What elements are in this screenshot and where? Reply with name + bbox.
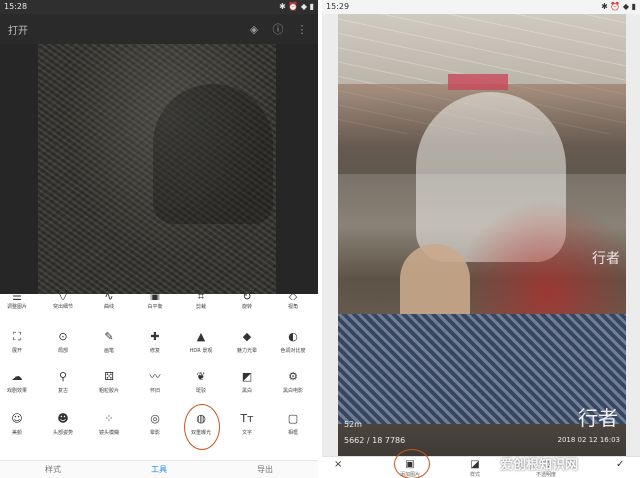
tool-black-white[interactable]: ◩ 黑白 bbox=[224, 370, 270, 402]
head-pose-icon: ☻ bbox=[57, 412, 69, 425]
tool-selective[interactable]: ⊙ 局部 bbox=[40, 330, 86, 362]
cloud-icon: ☁ bbox=[11, 370, 23, 383]
tool-tonal-contrast[interactable]: ◐ 色调对比度 bbox=[270, 330, 316, 362]
text-icon: Tт bbox=[240, 412, 254, 425]
tool-hdr-scape[interactable]: ▲ HDR 景观 bbox=[178, 330, 224, 362]
photo-preview bbox=[38, 44, 276, 294]
mountain-icon: ▲ bbox=[196, 330, 206, 343]
bottom-tab-bar: 样式 工具 导出 bbox=[0, 460, 318, 478]
photo-sign bbox=[448, 74, 508, 90]
black-white-icon: ◩ bbox=[241, 370, 253, 383]
tool-text[interactable]: Tт 文字 bbox=[224, 412, 270, 444]
status-time: 15:29 bbox=[326, 2, 350, 11]
site-watermark: 爱创根知识网 bbox=[500, 458, 579, 473]
rotate-icon: ↻ bbox=[240, 294, 254, 300]
tab-styles[interactable]: 样式 bbox=[0, 461, 106, 478]
tab-tools[interactable]: 工具 bbox=[106, 461, 212, 478]
white-balance-icon: ▣ bbox=[148, 294, 162, 300]
tonal-contrast-icon: ◐ bbox=[288, 330, 298, 343]
tool-frames[interactable]: ▢ 相框 bbox=[270, 412, 316, 444]
mustache-icon: 〰 bbox=[149, 370, 161, 383]
photo-meta-coordinates: 5662 / 18 7786 bbox=[344, 436, 406, 445]
style-icon: ◪ bbox=[470, 459, 480, 470]
tool-tune-image[interactable]: ☰调整图片 bbox=[0, 294, 40, 326]
photo-meta-date: 2018 02 12 16:03 bbox=[557, 436, 620, 444]
tune-icon: ☰ bbox=[10, 294, 24, 300]
dice-icon: ⚄ bbox=[104, 370, 114, 383]
film-reel-icon: ⚙ bbox=[288, 370, 298, 383]
right-phone-screen: 15:29 ✱ ⏰ ◆ ▮ 行者 行者 52m 5662 / 18 7786 2… bbox=[322, 0, 640, 478]
tool-drama[interactable]: ☁ 戏剧效果 bbox=[0, 370, 40, 402]
status-bar: 15:28 ✱ ⏰ ◆ ▮ bbox=[0, 0, 318, 14]
tool-perspective[interactable]: ◇视角 bbox=[270, 294, 316, 326]
tool-face-enhance[interactable]: ☺ 美颜 bbox=[0, 412, 40, 444]
double-exposure-viewer: 行者 行者 52m 5662 / 18 7786 2018 02 12 16:0… bbox=[322, 14, 640, 456]
tool-white-balance[interactable]: ▣白平衡 bbox=[132, 294, 178, 326]
photo-vertical-text: 行者 bbox=[592, 251, 620, 267]
confirm-button[interactable]: ✓ bbox=[616, 460, 624, 470]
layers-icon[interactable]: ◈ bbox=[246, 21, 262, 37]
tool-curves[interactable]: ∿曲线 bbox=[86, 294, 132, 326]
tool-crop[interactable]: ⌗剪裁 bbox=[178, 294, 224, 326]
add-image-icon: ▣ bbox=[405, 459, 415, 470]
tool-grunge[interactable]: ❦ 斑驳 bbox=[178, 370, 224, 402]
tool-brush[interactable]: ✎ 画笔 bbox=[86, 330, 132, 362]
tool-head-pose[interactable]: ☻ 头部姿势 bbox=[40, 412, 86, 444]
tool-vignette[interactable]: ◎ 晕影 bbox=[132, 412, 178, 444]
curves-icon: ∿ bbox=[102, 294, 116, 300]
double-exposure-toolbar: × ▣ 添加图片 ◪ 样式 ◌ 不透明度 ✓ bbox=[322, 449, 640, 478]
tool-vintage[interactable]: ⚲ 复古 bbox=[40, 370, 86, 402]
close-icon: × bbox=[334, 459, 343, 470]
check-icon: ✓ bbox=[616, 459, 625, 470]
tool-healing[interactable]: ✚ 修复 bbox=[132, 330, 178, 362]
healing-icon: ✚ bbox=[150, 330, 160, 343]
tool-lens-blur[interactable]: ⁘ 镜头模糊 bbox=[86, 412, 132, 444]
photo-meta-altitude: 52m bbox=[344, 420, 362, 429]
selective-icon: ⊙ bbox=[58, 330, 68, 343]
blend-style-button[interactable]: ◪ 样式 bbox=[470, 460, 480, 478]
info-icon[interactable]: ⓘ bbox=[270, 21, 286, 37]
details-icon: ▽ bbox=[56, 294, 70, 300]
tool-grainy-film[interactable]: ⚄ 粗粒胶片 bbox=[86, 370, 132, 402]
tool-retrolux[interactable]: 〰怀旧 bbox=[132, 370, 178, 402]
lens-blur-icon: ⁘ bbox=[104, 412, 114, 425]
status-icons: ✱ ⏰ ◆ ▮ bbox=[279, 2, 314, 11]
tool-noir[interactable]: ⚙ 黑白电影 bbox=[270, 370, 316, 402]
face-icon: ☺ bbox=[11, 412, 23, 425]
frame-icon: ▢ bbox=[287, 412, 299, 425]
tool-details[interactable]: ▽突出细节 bbox=[40, 294, 86, 326]
brush-icon: ✎ bbox=[104, 330, 114, 343]
tool-glamour-glow[interactable]: ◆ 魅力光晕 bbox=[224, 330, 270, 362]
lamp-icon: ⚲ bbox=[58, 370, 68, 383]
tab-export[interactable]: 导出 bbox=[212, 461, 318, 478]
vignette-icon: ◎ bbox=[150, 412, 160, 425]
double-exposure-icon: ◍ bbox=[196, 412, 206, 425]
more-icon[interactable]: ⋮ bbox=[294, 21, 310, 37]
screenshot-composite: 15:28 ✱ ⏰ ◆ ▮ 打开 ◈ ⓘ ⋮ ☰调整图片 ▽突出细节 ∿曲线 ▣… bbox=[0, 0, 640, 478]
cancel-button[interactable]: × bbox=[334, 460, 342, 470]
tools-grid: ☰调整图片 ▽突出细节 ∿曲线 ▣白平衡 ⌗剪裁 ↻旋转 ◇视角 ⛶展开 ⊙局部… bbox=[0, 294, 318, 458]
add-image-button[interactable]: ▣ 添加图片 bbox=[400, 460, 420, 478]
open-button[interactable]: 打开 bbox=[8, 22, 238, 37]
tool-double-exposure[interactable]: ◍ 双重曝光 bbox=[178, 412, 224, 444]
status-time: 15:28 bbox=[4, 2, 28, 11]
image-viewer bbox=[0, 44, 318, 294]
status-bar: 15:29 ✱ ⏰ ◆ ▮ bbox=[322, 0, 640, 14]
tool-expand[interactable]: ⛶ 展开 bbox=[0, 330, 40, 362]
crop-icon: ⌗ bbox=[194, 294, 208, 300]
status-icons: ✱ ⏰ ◆ ▮ bbox=[601, 2, 636, 11]
blended-photo[interactable]: 行者 行者 52m 5662 / 18 7786 2018 02 12 16:0… bbox=[338, 14, 626, 456]
grunge-icon: ❦ bbox=[196, 370, 206, 383]
left-phone-screen: 15:28 ✱ ⏰ ◆ ▮ 打开 ◈ ⓘ ⋮ ☰调整图片 ▽突出细节 ∿曲线 ▣… bbox=[0, 0, 318, 478]
photo-watermark: 行者 bbox=[578, 406, 618, 430]
perspective-icon: ◇ bbox=[286, 294, 300, 300]
expand-icon: ⛶ bbox=[13, 330, 21, 343]
tool-rotate[interactable]: ↻旋转 bbox=[224, 294, 270, 326]
editor-top-bar: 打开 ◈ ⓘ ⋮ bbox=[0, 14, 318, 44]
photo-shadow bbox=[153, 84, 273, 224]
diamond-icon: ◆ bbox=[242, 330, 252, 343]
